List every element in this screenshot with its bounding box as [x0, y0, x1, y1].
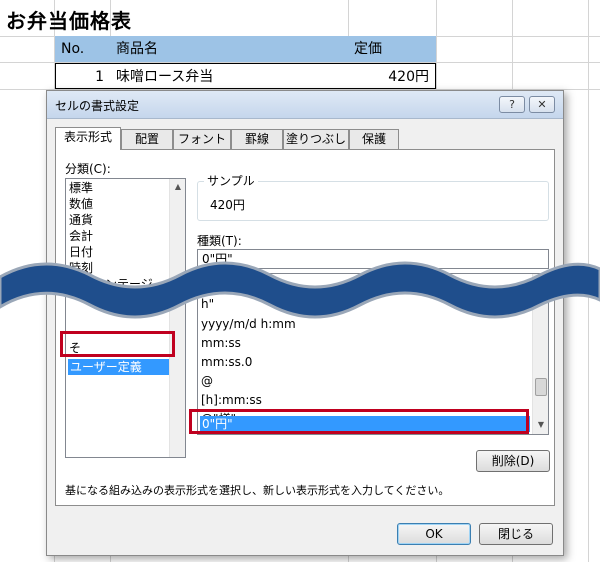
sheet-title[interactable]: お弁当価格表 — [6, 5, 132, 34]
sample-value: 420円 — [210, 198, 245, 212]
cell-price[interactable]: 420円 — [348, 63, 436, 89]
scroll-up-icon[interactable]: ▲ — [170, 179, 185, 195]
tab-border[interactable]: 罫線 — [231, 129, 283, 149]
type-item[interactable]: @ — [201, 373, 213, 389]
type-item[interactable]: [h]:mm:ss — [201, 392, 262, 408]
tab-alignment[interactable]: 配置 — [121, 129, 173, 149]
close-button[interactable]: ✕ — [529, 96, 555, 113]
header-cell-name[interactable]: 商品名 — [110, 36, 348, 62]
cell-name[interactable]: 味噌ロース弁当 — [110, 63, 349, 89]
description-text: 基になる組み込みの表示形式を選択し、新しい表示形式を入力してください。 — [65, 484, 450, 497]
ok-button[interactable]: OK — [397, 523, 471, 545]
category-label: 分類(C): — [65, 162, 111, 176]
tab-number-format[interactable]: 表示形式 — [55, 127, 121, 150]
help-button[interactable]: ? — [499, 96, 525, 113]
category-item[interactable]: 会計 — [69, 228, 93, 244]
scroll-down-icon[interactable]: ▼ — [533, 417, 548, 433]
tab-protection[interactable]: 保護 — [349, 129, 399, 149]
header-cell-no[interactable]: No. — [55, 36, 110, 62]
category-item-custom[interactable]: ユーザー定義 — [68, 359, 170, 375]
category-item[interactable]: 数値 — [69, 196, 93, 212]
header-cell-price[interactable]: 定価 — [348, 36, 436, 62]
tab-font[interactable]: フォント — [173, 129, 231, 149]
cell-no[interactable]: 1 — [55, 63, 111, 89]
category-item[interactable]: 標準 — [69, 180, 93, 196]
scroll-thumb[interactable] — [535, 378, 547, 396]
delete-button[interactable]: 削除(D) — [476, 450, 550, 472]
highlight-selected-type — [189, 409, 529, 434]
type-label: 種類(T): — [197, 234, 242, 248]
sample-label: サンプル — [204, 172, 258, 189]
category-item[interactable]: 通貨 — [69, 212, 93, 228]
type-item[interactable]: mm:ss — [201, 335, 241, 351]
dialog-titlebar[interactable]: セルの書式設定 ? ✕ — [47, 91, 563, 119]
tab-fill[interactable]: 塗りつぶし — [283, 129, 349, 149]
type-item[interactable]: mm:ss.0 — [201, 354, 252, 370]
dialog-title: セルの書式設定 — [55, 99, 140, 113]
wave-decoration — [0, 261, 600, 319]
close-dialog-button[interactable]: 閉じる — [479, 523, 553, 545]
